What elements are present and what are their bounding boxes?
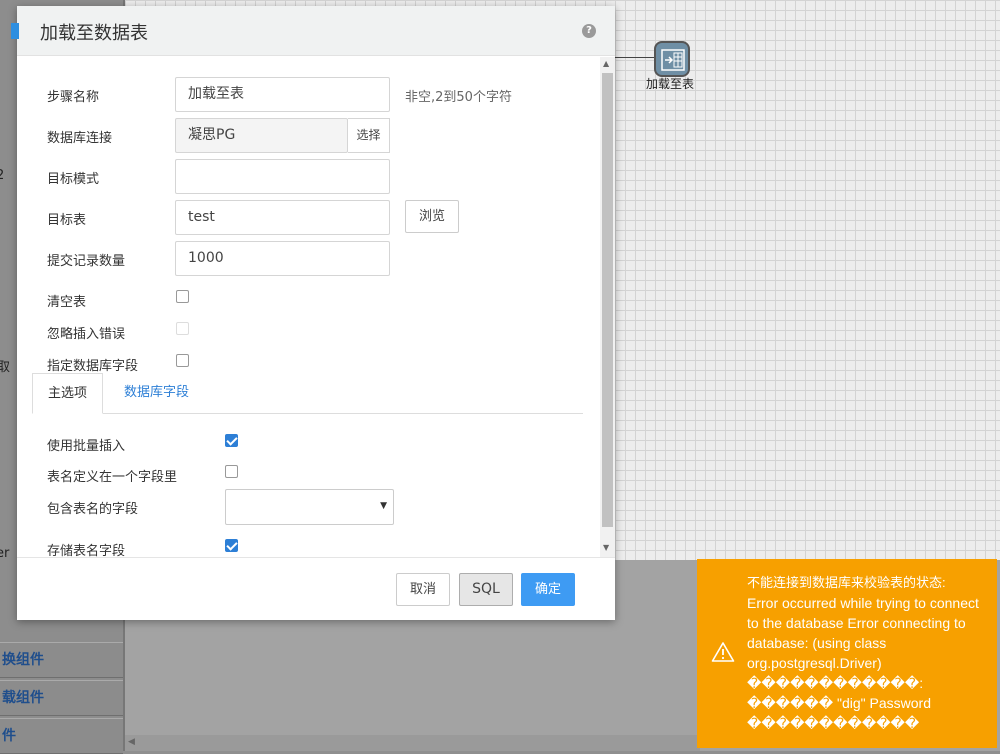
step-name-label: 步骤名称 [47,90,100,105]
scroll-up-arrow-icon[interactable]: ▲ [603,59,609,68]
target-table-label: 目标表 [47,213,87,228]
specify-db-fields-checkbox[interactable] [176,354,189,367]
dialog-accent-bar [11,23,19,39]
dialog-vertical-scrollbar[interactable]: ▲ ▼ [600,57,615,557]
truncate-table-label: 清空表 [47,295,87,310]
browse-tables-button[interactable]: 浏览 [405,200,459,233]
cancel-button[interactable]: 取消 [396,573,450,606]
table-name-in-field-label: 表名定义在一个字段里 [47,470,178,485]
component-category-other[interactable]: 件 [0,718,123,754]
hop-line [615,57,655,58]
toast-message: 不能连接到数据库来校验表的状态: Error occurred while tr… [747,573,987,733]
step-name-hint: 非空,2到50个字符 [405,90,512,105]
dialog-header: 加载至数据表 ? [11,6,615,56]
load-to-table-step-node[interactable] [654,41,690,77]
scroll-down-arrow-icon[interactable]: ▼ [603,543,609,552]
toast-body: Error occurred while trying to connect t… [747,595,979,731]
error-toast: 不能连接到数据库来校验表的状态: Error occurred while tr… [697,559,997,748]
db-connection-input[interactable]: 凝思PG [175,118,348,153]
toast-title: 不能连接到数据库来校验表的状态: [747,575,946,590]
table-name-field-label: 包含表名的字段 [47,502,139,517]
tab-main-options[interactable]: 主选项 [32,373,104,414]
help-icon[interactable]: ? [582,24,596,38]
store-table-name-field-checkbox[interactable] [225,539,238,552]
dialog-footer: 取消 SQL 确定 [17,557,615,620]
left-fragment-2: 取 [0,360,11,375]
ok-button[interactable]: 确定 [521,573,575,606]
load-to-table-dialog: 加载至数据表 ? 步骤名称 加载至表 非空,2到50个字符 数据库连接 凝思PG… [11,6,615,620]
ignore-insert-errors-checkbox[interactable] [176,322,189,335]
left-fragment-3: er [0,546,10,561]
warning-icon [711,642,735,662]
chevron-down-icon: ▼ [380,501,387,511]
specify-db-fields-label: 指定数据库字段 [47,359,139,374]
table-load-icon [661,49,685,71]
commit-size-label: 提交记录数量 [47,254,126,269]
target-table-input[interactable]: test [175,200,390,235]
use-batch-insert-label: 使用批量插入 [47,439,126,454]
dialog-title: 加载至数据表 [40,23,148,44]
select-connection-button[interactable]: 选择 [348,118,390,153]
ignore-insert-errors-label: 忽略插入错误 [47,327,126,342]
step-name-input[interactable]: 加载至表 [175,77,390,112]
component-category-transform[interactable]: 换组件 [0,642,123,678]
commit-size-input[interactable]: 1000 [175,241,390,276]
db-connection-label: 数据库连接 [47,131,113,146]
component-category-load[interactable]: 载组件 [0,680,123,716]
scrollbar-thumb[interactable] [602,73,613,527]
sql-button[interactable]: SQL [459,573,513,606]
tab-database-fields[interactable]: 数据库字段 [109,373,204,414]
step-node-label: 加载至表 [646,77,695,91]
target-schema-input[interactable] [175,159,390,194]
left-fragment-1: 2 [0,168,5,183]
table-name-in-field-checkbox[interactable] [225,465,238,478]
target-schema-label: 目标模式 [47,172,100,187]
canvas-horizontal-scrollbar[interactable] [125,735,700,751]
table-name-field-select[interactable]: ▼ [225,489,394,525]
use-batch-insert-checkbox[interactable] [225,434,238,447]
scroll-left-arrow-icon[interactable]: ◀ [128,737,135,747]
store-table-name-field-label: 存储表名字段 [47,544,126,557]
dialog-body: 步骤名称 加载至表 非空,2到50个字符 数据库连接 凝思PG 选择 目标模式 … [17,57,615,557]
truncate-table-checkbox[interactable] [176,290,189,303]
